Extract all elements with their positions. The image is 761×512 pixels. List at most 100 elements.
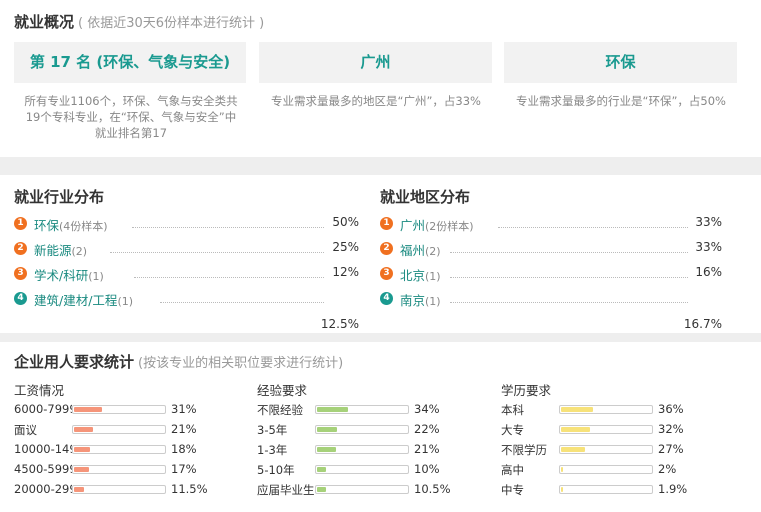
rank-badge: 3 xyxy=(14,267,27,280)
salary-row-percent: 18% xyxy=(171,442,197,456)
leader-dots xyxy=(450,252,688,253)
education-progress-bar xyxy=(559,465,653,474)
region-name[interactable]: 福州(2) xyxy=(400,240,441,259)
education-progress-fill xyxy=(561,467,563,472)
rank-badge: 1 xyxy=(14,217,27,230)
experience-row-percent: 10.5% xyxy=(414,482,451,496)
experience-row: 应届毕业生 10.5% xyxy=(257,482,467,498)
region-name[interactable]: 北京(1) xyxy=(400,265,441,284)
overview-subtitle: ( 依据近30天6份样本进行统计 ) xyxy=(78,16,265,31)
experience-column-title: 经验要求 xyxy=(257,383,308,398)
education-progress-bar xyxy=(559,445,653,454)
experience-row-label: 不限经验 xyxy=(257,403,303,417)
top-region-card: 广州 xyxy=(259,42,492,83)
experience-progress-bar xyxy=(315,485,409,494)
overview-panel: 就业概况( 依据近30天6份样本进行统计 ) 第 17 名 (环保、气象与安全)… xyxy=(0,0,761,157)
salary-row-percent: 11.5% xyxy=(171,482,208,496)
education-progress-fill xyxy=(561,487,563,492)
rank-card: 第 17 名 (环保、气象与安全) xyxy=(14,42,246,83)
experience-row-percent: 10% xyxy=(414,462,440,476)
salary-row-label: 面议 xyxy=(14,423,37,437)
experience-row-label: 5-10年 xyxy=(257,463,295,477)
rank-badge: 2 xyxy=(380,242,393,255)
requirements-panel: 企业用人要求统计 (按该专业的相关职位要求进行统计) 工资情况 6000-7999 3… xyxy=(0,342,761,512)
education-row-label: 不限学历 xyxy=(501,443,547,457)
salary-row-label: 20000-299 xyxy=(14,482,72,496)
experience-progress-fill xyxy=(317,487,326,492)
experience-progress-bar xyxy=(315,445,409,454)
experience-progress-fill xyxy=(317,407,348,412)
education-row: 本科 36% xyxy=(501,402,711,418)
salary-row: 20000-299 11.5% xyxy=(14,482,224,498)
education-row-percent: 2% xyxy=(658,462,677,476)
education-progress-bar xyxy=(559,405,653,414)
region-percent: 33% xyxy=(695,215,722,229)
industry-name[interactable]: 环保(4份样本) xyxy=(34,215,108,234)
experience-row: 1-3年 21% xyxy=(257,442,467,458)
salary-progress-fill xyxy=(74,407,102,412)
experience-progress-fill xyxy=(317,427,337,432)
industry-item[interactable]: 1 环保(4份样本) 50% xyxy=(14,214,359,234)
leader-dots xyxy=(110,252,324,253)
region-item[interactable]: 1 广州(2份样本) 33% xyxy=(380,214,722,234)
industry-name[interactable]: 学术/科研(1) xyxy=(34,265,104,284)
salary-row-percent: 17% xyxy=(171,462,197,476)
salary-row-label: 4500-5999 xyxy=(14,462,72,476)
industry-percent: 12% xyxy=(332,265,359,279)
salary-progress-bar xyxy=(72,425,166,434)
salary-row-percent: 31% xyxy=(171,402,197,416)
region-name[interactable]: 南京(1) xyxy=(400,290,441,309)
education-row-label: 本科 xyxy=(501,403,524,417)
experience-progress-fill xyxy=(317,467,326,472)
leader-dots xyxy=(132,227,324,228)
industry-percent: 12.5% xyxy=(320,317,359,331)
industry-item[interactable]: 3 学术/科研(1) 12% xyxy=(14,264,359,284)
experience-row: 5-10年 10% xyxy=(257,462,467,478)
education-row-label: 大专 xyxy=(501,423,524,437)
rank-card-desc: 所有专业1106个，环保、气象与安全类共 19个专科专业，在“环保、气象与安全”… xyxy=(24,94,238,140)
requirements-subtitle: (按该专业的相关职位要求进行统计) xyxy=(138,356,344,371)
region-percent: 16.7% xyxy=(683,317,722,331)
education-column-title: 学历要求 xyxy=(501,383,552,398)
education-row: 不限学历 27% xyxy=(501,442,711,458)
salary-column-title: 工资情况 xyxy=(14,383,65,398)
salary-progress-fill xyxy=(74,427,93,432)
distribution-panel: 就业行业分布 就业地区分布 1 环保(4份样本) 50% 2 新能源(2) 25… xyxy=(0,175,761,333)
salary-progress-bar xyxy=(72,465,166,474)
region-item[interactable]: 4 南京(1) 16.7% xyxy=(380,289,722,335)
education-progress-fill xyxy=(561,447,585,452)
leader-dots xyxy=(160,302,324,303)
industry-name[interactable]: 新能源(2) xyxy=(34,240,87,259)
education-row-percent: 1.9% xyxy=(658,482,688,496)
industry-title: 就业行业分布 xyxy=(14,188,105,206)
education-row: 高中 2% xyxy=(501,462,711,478)
education-progress-bar xyxy=(559,485,653,494)
education-row-percent: 36% xyxy=(658,402,684,416)
region-item[interactable]: 3 北京(1) 16% xyxy=(380,264,722,284)
region-percent: 16% xyxy=(695,265,722,279)
rank-badge: 4 xyxy=(14,292,27,305)
region-name[interactable]: 广州(2份样本) xyxy=(400,215,474,234)
experience-row-percent: 22% xyxy=(414,422,440,436)
industry-name[interactable]: 建筑/建材/工程(1) xyxy=(34,290,133,309)
industry-item[interactable]: 4 建筑/建材/工程(1) 12.5% xyxy=(14,289,359,335)
salary-row-label: 6000-7999 xyxy=(14,402,72,416)
education-row-percent: 27% xyxy=(658,442,684,456)
salary-row-label: 10000-149 xyxy=(14,442,72,456)
experience-row-percent: 21% xyxy=(414,442,440,456)
requirements-title: 企业用人要求统计 (按该专业的相关职位要求进行统计) xyxy=(14,353,344,371)
experience-row: 3-5年 22% xyxy=(257,422,467,438)
region-item[interactable]: 2 福州(2) 33% xyxy=(380,239,722,259)
rank-badge: 3 xyxy=(380,267,393,280)
experience-progress-fill xyxy=(317,447,336,452)
salary-progress-fill xyxy=(74,487,84,492)
salary-row-percent: 21% xyxy=(171,422,197,436)
salary-progress-bar xyxy=(72,445,166,454)
leader-dots xyxy=(134,277,324,278)
industry-item[interactable]: 2 新能源(2) 25% xyxy=(14,239,359,259)
education-progress-fill xyxy=(561,427,590,432)
salary-row: 4500-5999 17% xyxy=(14,462,224,478)
experience-progress-bar xyxy=(315,405,409,414)
leader-dots xyxy=(450,277,688,278)
education-row-label: 高中 xyxy=(501,463,524,477)
